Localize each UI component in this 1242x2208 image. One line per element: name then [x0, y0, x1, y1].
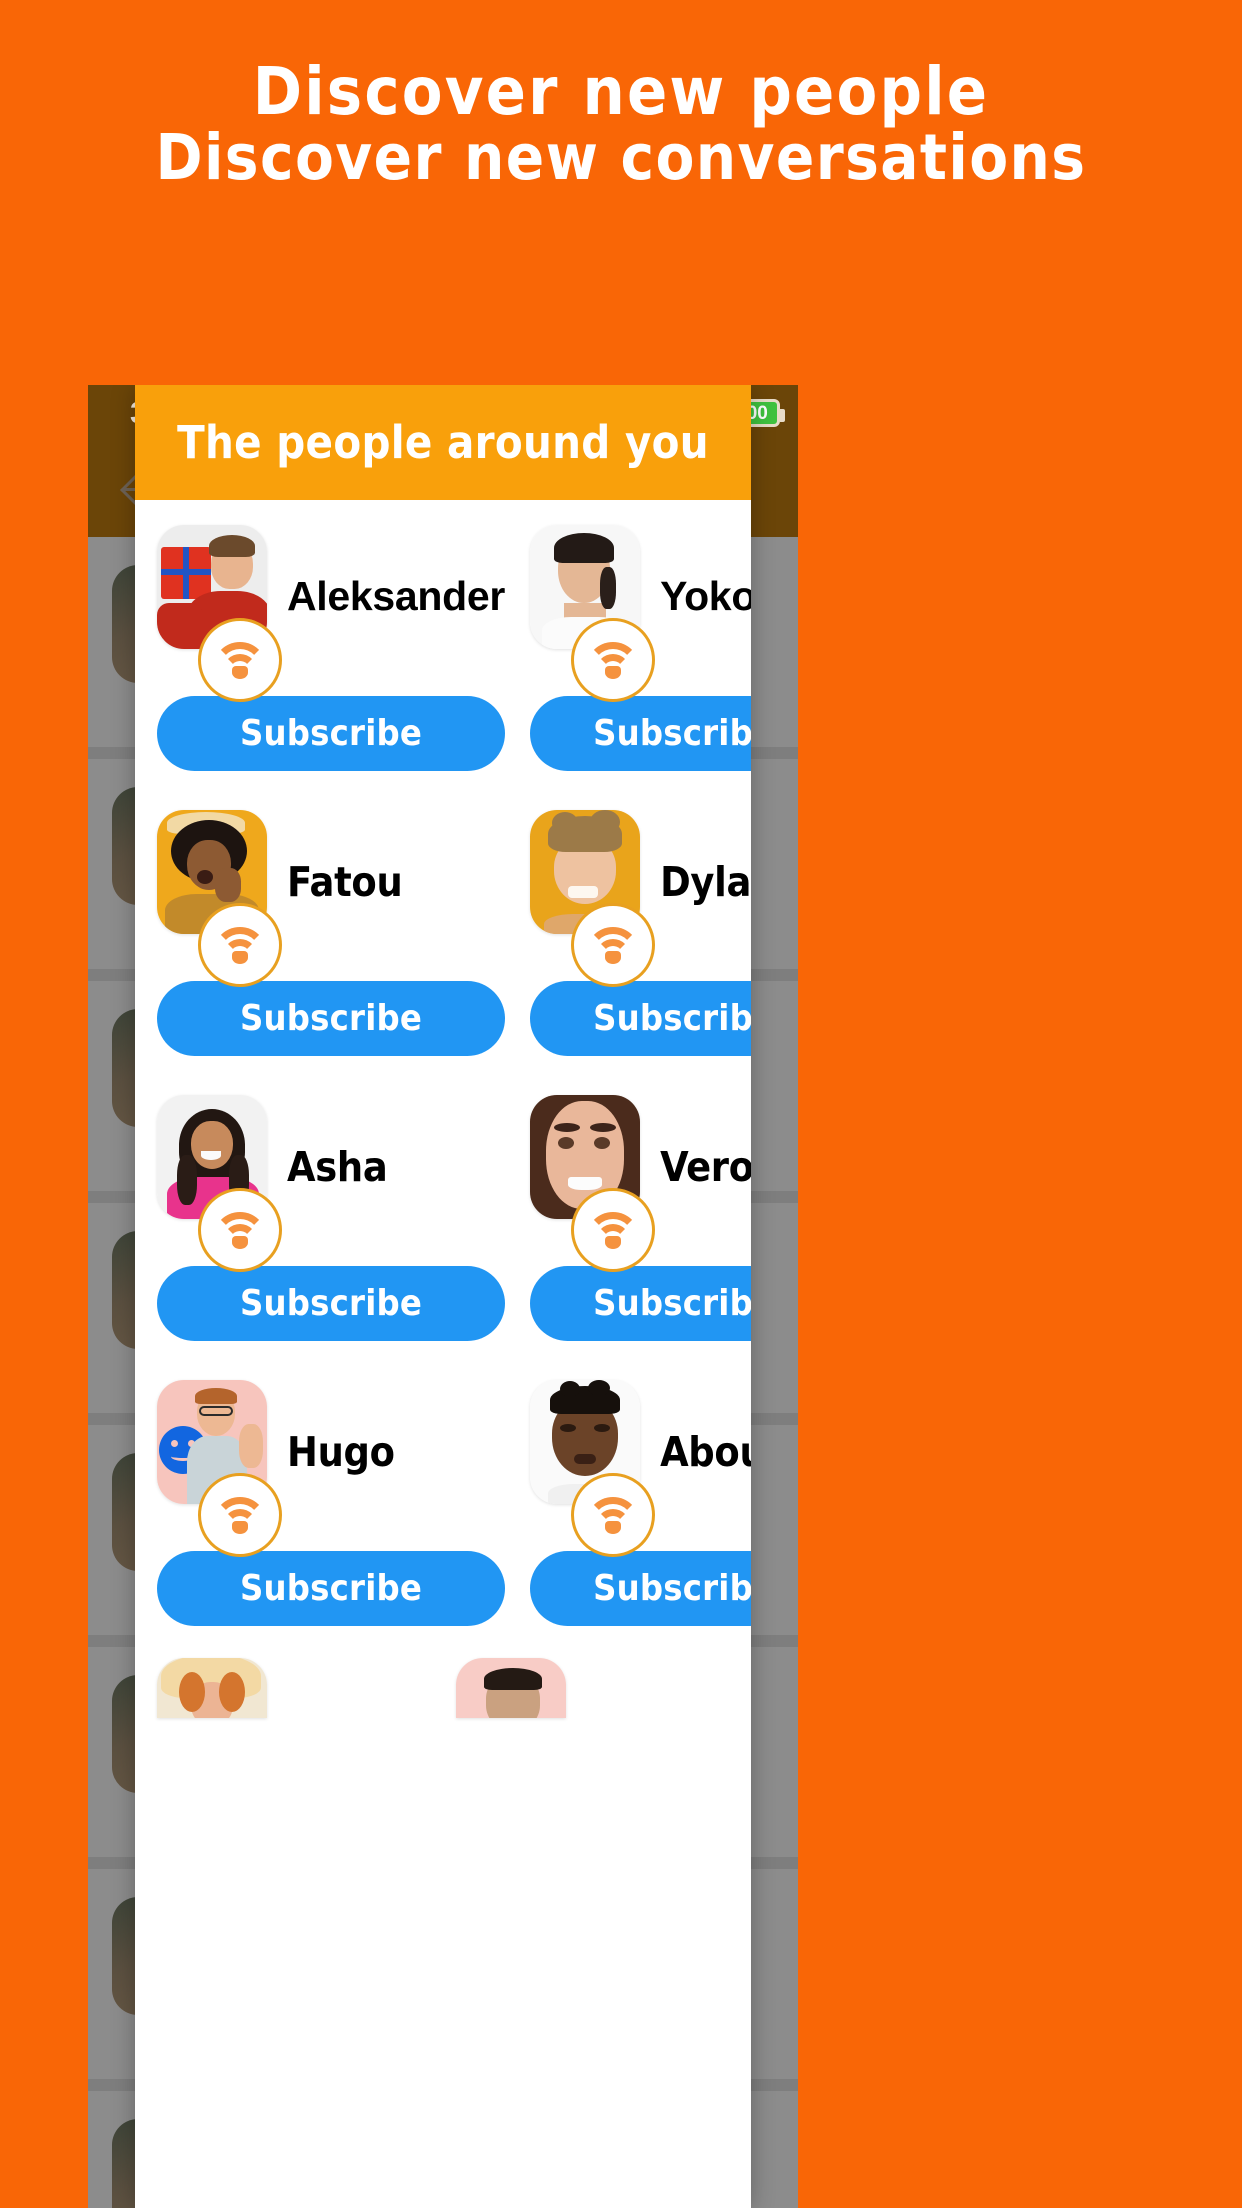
dialog-header: The people around you	[135, 385, 751, 500]
avatar	[455, 1658, 566, 1718]
person-card[interactable]: Hugo Subscribe	[157, 1373, 506, 1658]
wifi-icon	[571, 1473, 656, 1557]
person-name: Fatou	[287, 858, 403, 906]
person-name: Dylan	[660, 858, 751, 906]
wifi-icon	[571, 618, 656, 702]
person-card-top: Hugo	[157, 1373, 505, 1557]
person-card[interactable]	[157, 1658, 431, 1718]
phone-screenshot: 3:50 PM ✕ 100 TIDINGS The people around …	[88, 385, 798, 2208]
subscribe-button[interactable]: Subscribe	[157, 1551, 506, 1626]
dialog-title: The people around you	[177, 416, 709, 469]
person-name: Aleksander	[287, 573, 506, 619]
subscribe-button[interactable]: Subscribe	[157, 1266, 506, 1341]
person-card-top: Yoko	[530, 518, 751, 702]
wifi-icon	[571, 903, 656, 987]
person-card[interactable]: Veronica Subscribe	[530, 1088, 751, 1373]
person-name: Hugo	[287, 1428, 395, 1476]
people-grid-partial-row	[135, 1658, 751, 1718]
wifi-icon	[571, 1188, 656, 1272]
avatar	[157, 1658, 267, 1718]
person-card[interactable]: Abou Subscribe	[530, 1373, 751, 1658]
hero-headline-line2: Discover new conversations	[155, 120, 1087, 194]
person-card[interactable]: Yoko Subscribe	[530, 518, 751, 803]
person-card-top: Fatou	[157, 803, 505, 987]
subscribe-button[interactable]: Subscribe	[530, 696, 751, 771]
person-card[interactable]: Asha Subscribe	[157, 1088, 506, 1373]
subscribe-button[interactable]: Subscribe	[530, 1551, 751, 1626]
person-card[interactable]	[455, 1658, 730, 1718]
people-grid: Aleksander Subscribe Yoko Subscrib Fatou…	[135, 500, 751, 1658]
person-card-top: Asha	[157, 1088, 505, 1272]
subscribe-button[interactable]: Subscribe	[530, 1266, 751, 1341]
people-around-you-dialog: The people around you Aleksander Subscri…	[135, 385, 751, 2208]
subscribe-button[interactable]: Subscribe	[157, 696, 506, 771]
person-name: Veronica	[660, 1143, 751, 1191]
person-card-top: Veronica	[530, 1088, 751, 1272]
subscribe-button[interactable]: Subscribe	[157, 981, 506, 1056]
person-card[interactable]: Aleksander Subscribe	[157, 518, 505, 803]
subscribe-button[interactable]: Subscribe	[530, 981, 751, 1056]
person-card[interactable]: Dylan Subscribe	[530, 803, 751, 1088]
person-card-top: Aleksander	[157, 518, 506, 702]
person-card[interactable]: Fatou Subscribe	[157, 803, 506, 1088]
person-name: Yoko	[660, 573, 751, 619]
person-name: Abou	[660, 1428, 751, 1476]
wifi-icon	[198, 903, 282, 987]
person-name: Asha	[287, 1143, 388, 1191]
wifi-icon	[198, 1473, 282, 1557]
person-card-top: Abou	[530, 1373, 751, 1557]
wifi-icon	[198, 1188, 282, 1272]
hero-banner: Discover new people Discover new convers…	[0, 0, 1242, 278]
wifi-icon	[198, 618, 282, 702]
hero-headline-line1: Discover new people	[252, 53, 990, 130]
person-card-top: Dylan	[530, 803, 751, 987]
